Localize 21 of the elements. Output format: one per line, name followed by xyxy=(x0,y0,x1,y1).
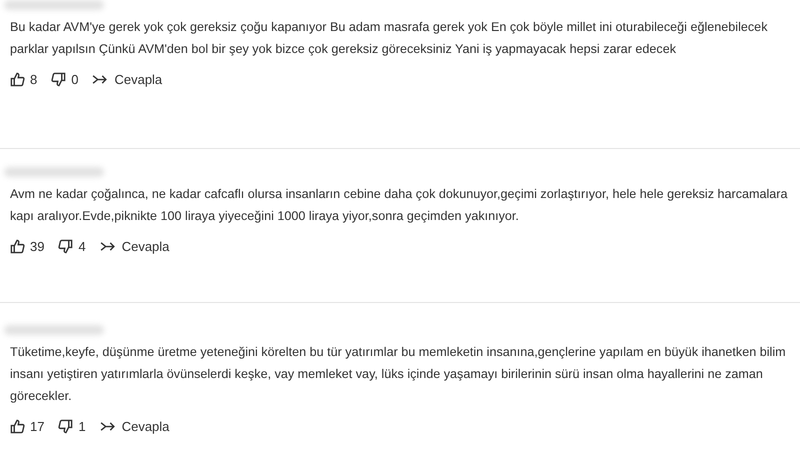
like-count: 39 xyxy=(30,238,44,256)
reply-button[interactable]: Cevapla xyxy=(100,236,170,256)
comment-text: Avm ne kadar çoğalınca, ne kadar cafcaflı olursa insanların cebine daha çok dokunuyor,geçimi zorlaştırıyor, hele hele gereksiz harcamalara kapı aralıyor.Evde,piknikte 100 liraya yiyeceğini 1000 liraya yiyor,sonra geçimden yakınıyor. xyxy=(10,186,789,225)
thumbs-down-icon[interactable] xyxy=(51,72,66,88)
thumbs-down-icon[interactable] xyxy=(58,238,74,254)
thumbs-up-icon[interactable] xyxy=(10,72,25,88)
comment-text: Bu kadar AVM'ye gerek yok çok gereksiz çoğu kapanıyor Bu adam masrafa gerek yok En çok böyle millet ini oturabileceği eğlenebilecek parklar yapılsın Çünkü AVM'den bol bir şey yok bizce çok gereksiz göreceksiniz Yani iş yapmayacak hepsi zarar edecek xyxy=(10,19,768,58)
dislike-count: 1 xyxy=(78,418,86,436)
reply-button[interactable]: Cevapla xyxy=(92,70,162,90)
dislike-count: 0 xyxy=(71,71,78,89)
comment-text: Tüketime,keyfe, düşünme üretme yeteneğini körelten bu tür yatırımlar bu memleketin insanına,gençlerine yapılam en büyük ihanetken bilim insanı yetiştiren yatırımlarla övünselerdi keşke, vay memleket vay, lüks içinde yaşamayı birilerinin sürü insan olma hayallerini ne zaman görecekler. xyxy=(10,344,787,405)
reply-button[interactable]: Cevapla xyxy=(100,417,170,436)
reply-arrow-icon xyxy=(100,240,115,252)
thumbs-down-icon[interactable] xyxy=(58,419,74,434)
thumbs-up-icon[interactable] xyxy=(10,238,25,254)
reply-arrow-icon xyxy=(100,421,115,432)
reply-arrow-icon xyxy=(92,74,108,86)
thumbs-up-icon[interactable] xyxy=(10,419,25,434)
like-count: 8 xyxy=(30,71,38,89)
dislike-count: 4 xyxy=(78,238,86,256)
like-count: 17 xyxy=(30,418,44,436)
